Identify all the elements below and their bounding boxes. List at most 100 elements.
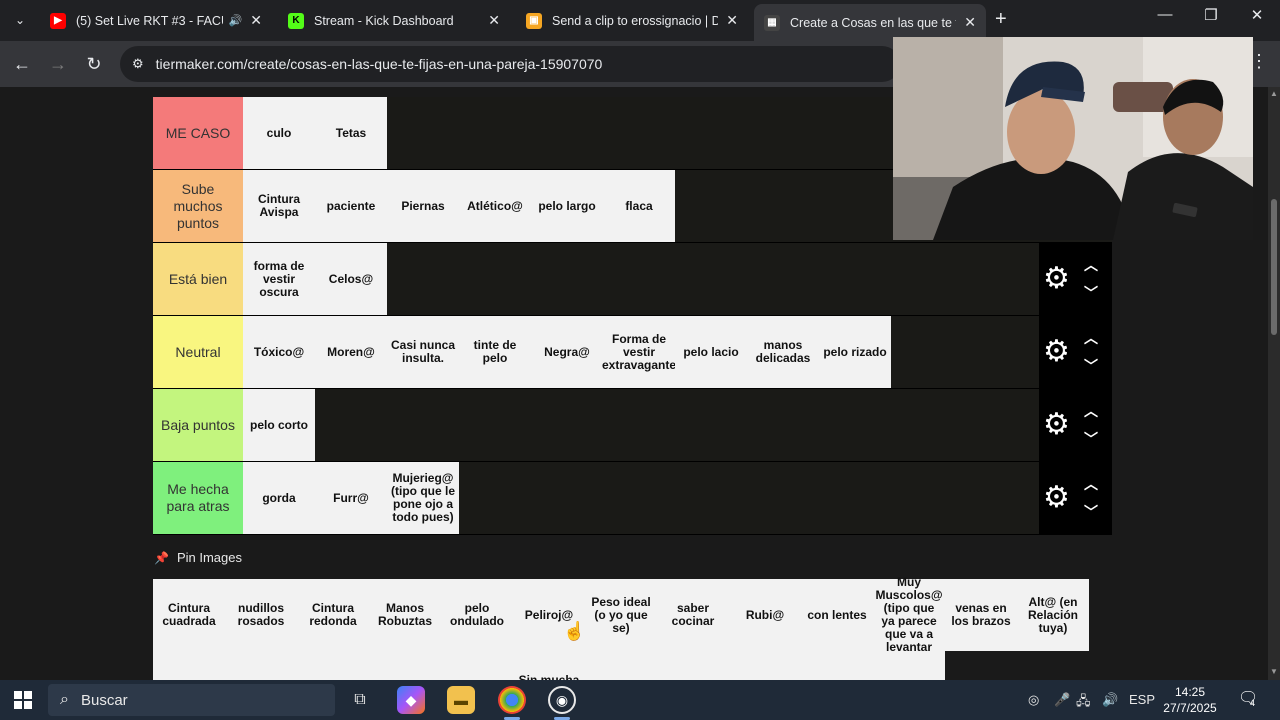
tier-item[interactable]: forma de vestir oscura [243, 243, 315, 315]
tier-item[interactable]: Celos@ [315, 243, 387, 315]
minimize-icon[interactable]: — [1150, 6, 1180, 23]
tier-item[interactable]: Moren@ [315, 316, 387, 388]
pool-item[interactable] [657, 651, 729, 680]
windows-start-icon[interactable] [14, 691, 32, 709]
copilot-icon[interactable]: ◆ [397, 686, 425, 714]
pin-images[interactable]: 📌 Pin Images [154, 550, 242, 565]
pool-item[interactable] [153, 651, 225, 680]
tier-item[interactable]: Atlético@ [459, 170, 531, 242]
pool-item[interactable]: ojos [585, 651, 657, 680]
move-down-icon[interactable]: ﹀ [1084, 283, 1098, 303]
reload-icon[interactable]: ↻ [82, 52, 106, 76]
tier-item[interactable]: Tóxico@ [243, 316, 315, 388]
obs-icon[interactable]: ◉ [548, 686, 576, 714]
address-bar[interactable]: ⚙ tiermaker.com/create/cosas-en-las-que-… [120, 46, 900, 82]
close-tab-icon[interactable]: ✕ [964, 14, 976, 31]
tier-label[interactable]: Baja puntos [153, 389, 243, 461]
tier-item[interactable]: Negra@ [531, 316, 603, 388]
scroll-up-icon[interactable]: ▲ [1270, 89, 1278, 98]
tab-search-icon[interactable]: ⌄ [8, 8, 32, 32]
file-explorer-icon[interactable]: ▬ [447, 686, 475, 714]
pool-item[interactable]: con lentes [801, 579, 873, 651]
tier-item[interactable]: culo [243, 97, 315, 169]
tier-label[interactable]: Neutral [153, 316, 243, 388]
pool-item[interactable]: ojos [297, 651, 369, 680]
tab-tiermaker[interactable]: ▦ Create a Cosas en las que te fija ✕ [754, 4, 986, 41]
taskbar-search[interactable]: ⌕ Buscar [48, 684, 335, 716]
pool-item[interactable]: Temperamen [729, 651, 801, 680]
move-up-icon[interactable]: ︿ [1084, 474, 1098, 494]
gear-icon[interactable]: ⚙ [1043, 264, 1070, 294]
close-tab-icon[interactable]: ✕ [250, 12, 262, 29]
close-tab-icon[interactable]: ✕ [726, 12, 738, 29]
scroll-thumb[interactable] [1271, 199, 1277, 335]
tier-item[interactable]: pelo rizado [819, 316, 891, 388]
steelseries-icon[interactable]: ◎ [1028, 692, 1039, 708]
tab-youtube[interactable]: ▶ (5) Set Live RKT #3 - FACUU 🔊 ✕ [40, 4, 272, 37]
move-up-icon[interactable]: ︿ [1084, 255, 1098, 275]
tier-item[interactable]: flaca [603, 170, 675, 242]
scroll-down-icon[interactable]: ▼ [1270, 667, 1278, 676]
gear-icon[interactable]: ⚙ [1043, 337, 1070, 367]
tier-item[interactable]: pelo largo [531, 170, 603, 242]
site-info-icon[interactable]: ⚙ [132, 56, 144, 72]
tier-item[interactable]: Cintura Avispa [243, 170, 315, 242]
tab-kick[interactable]: K Stream - Kick Dashboard ✕ [278, 4, 510, 37]
move-down-icon[interactable]: ﹀ [1084, 429, 1098, 449]
tier-item[interactable]: Furr@ [315, 462, 387, 534]
pool-item[interactable]: nudillos rosados [225, 579, 297, 651]
gear-icon[interactable]: ⚙ [1043, 410, 1070, 440]
tier-item[interactable]: manos delicadas [747, 316, 819, 388]
restore-icon[interactable]: ❐ [1196, 6, 1226, 24]
pool-item[interactable]: Musculos@ [225, 651, 297, 680]
tier-item[interactable]: paciente [315, 170, 387, 242]
volume-icon[interactable]: 🔊 [1102, 692, 1118, 708]
new-tab-icon[interactable]: + [995, 8, 1007, 31]
pool-item[interactable]: Rubi@ [729, 579, 801, 651]
pool-item[interactable]: Baj@ (En [369, 651, 441, 680]
move-down-icon[interactable]: ﹀ [1084, 502, 1098, 522]
close-window-icon[interactable]: ✕ [1242, 6, 1272, 24]
notifications-icon[interactable]: 🗨 4 [1238, 688, 1258, 708]
tier-item[interactable]: Mujerieg@ (tipo que le pone ojo a todo p… [387, 462, 459, 534]
network-icon[interactable]: 🖧 [1076, 692, 1091, 714]
tier-item[interactable]: tinte de pelo [459, 316, 531, 388]
tier-item[interactable]: pelo corto [243, 389, 315, 461]
tier-item[interactable]: Forma de vestir extravagante [602, 316, 676, 388]
pool-item[interactable]: saber cocinar [657, 579, 729, 651]
tier-label[interactable]: Está bien [153, 243, 243, 315]
tier-item[interactable]: Piernas [387, 170, 459, 242]
pool-item[interactable]: Alt@ (en Relación tuya) [1017, 579, 1089, 651]
microphone-icon[interactable]: 🎤 [1054, 692, 1070, 708]
pool-item[interactable]: pelo ondulado [441, 579, 513, 651]
pool-item[interactable]: Cintura cuadrada [153, 579, 225, 651]
pool-item[interactable]: Muy Muscolos@ (tipo que ya parece que va… [873, 576, 945, 654]
pool-item[interactable]: Sin mucha actividad [513, 651, 585, 680]
gear-icon[interactable]: ⚙ [1043, 483, 1070, 513]
tier-label[interactable]: Me hecha para atras [153, 462, 243, 534]
pool-item[interactable]: Cintura redonda [297, 579, 369, 651]
back-icon[interactable]: ← [10, 52, 34, 76]
pool-item[interactable]: venas en los brazos [945, 579, 1017, 651]
pool-item[interactable]: Temperamen [441, 651, 513, 680]
pool-item[interactable]: Dice malas [801, 651, 873, 680]
tab-donation[interactable]: ▣ Send a clip to erossignacio | Do ✕ [516, 4, 748, 37]
task-view-icon[interactable]: ⧉ [346, 686, 374, 714]
close-tab-icon[interactable]: ✕ [488, 12, 500, 29]
pool-item[interactable]: Manos Robuztas [369, 579, 441, 651]
tier-item[interactable]: Casi nunca insulta. [387, 316, 459, 388]
tier-item[interactable]: Tetas [315, 97, 387, 169]
speaker-icon[interactable]: 🔊 [229, 14, 243, 27]
tier-item[interactable]: pelo lacio [675, 316, 747, 388]
pool-item[interactable]: muchas [873, 651, 945, 680]
move-up-icon[interactable]: ︿ [1084, 328, 1098, 348]
tier-label[interactable]: Sube muchos puntos [153, 170, 243, 242]
clock[interactable]: 14:25 27/7/2025 [1150, 684, 1230, 716]
page-scrollbar[interactable]: ▲ ▼ [1268, 87, 1280, 680]
move-down-icon[interactable]: ﹀ [1084, 356, 1098, 376]
move-up-icon[interactable]: ︿ [1084, 401, 1098, 421]
chrome-icon[interactable] [498, 686, 526, 714]
tier-item[interactable]: gorda [243, 462, 315, 534]
pool-item[interactable]: Peso ideal (o yo que se) [585, 579, 657, 651]
tier-label[interactable]: ME CASO [153, 97, 243, 169]
